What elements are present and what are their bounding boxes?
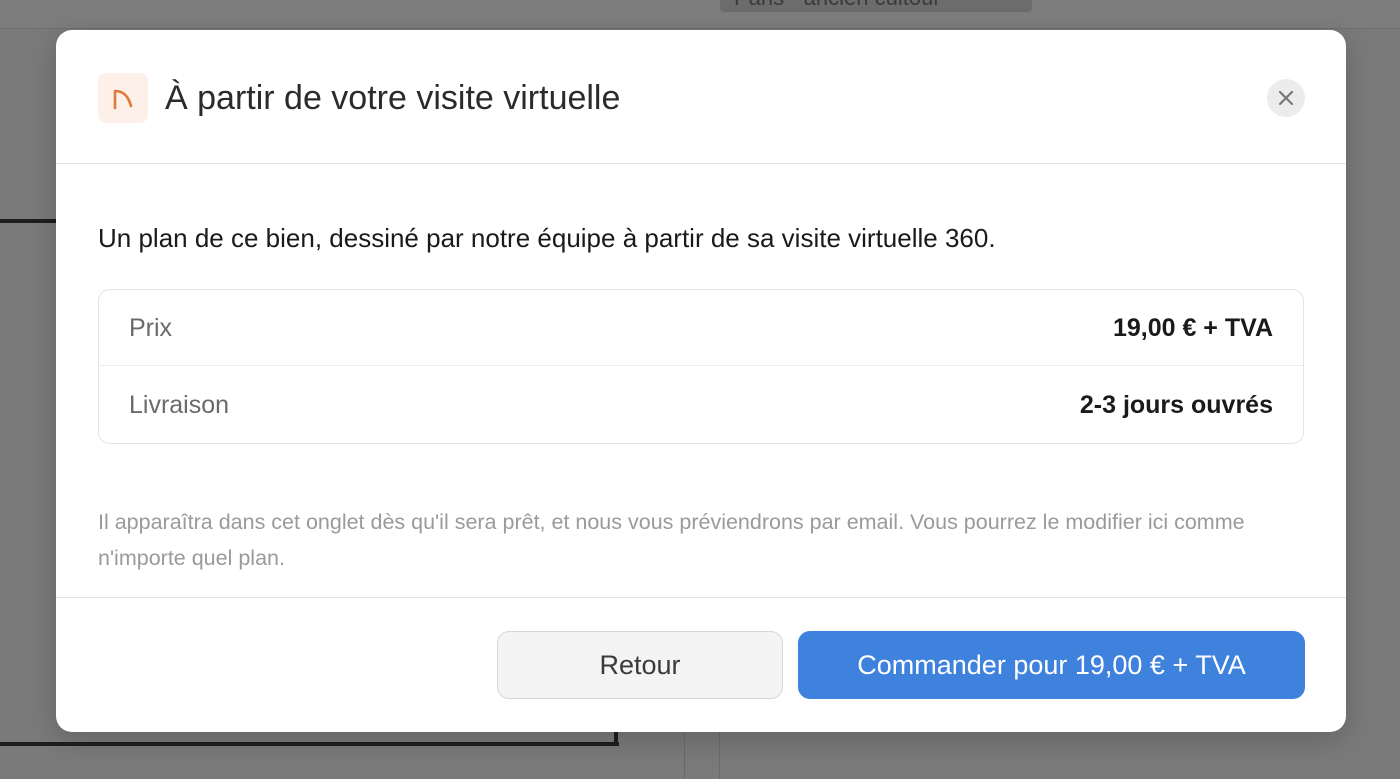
background-plan-wall <box>0 219 60 223</box>
background-top-bar: Paris - ancien cultour <box>0 0 1400 29</box>
order-plan-dialog: À partir de votre visite virtuelle Un pl… <box>56 30 1346 732</box>
close-button[interactable] <box>1267 79 1305 117</box>
background-plan-wall <box>0 742 619 746</box>
order-button[interactable]: Commander pour 19,00 € + TVA <box>798 631 1305 699</box>
floor-plan-arc-icon <box>98 73 148 123</box>
dialog-title: À partir de votre visite virtuelle <box>165 79 621 117</box>
order-details-table: Prix 19,00 € + TVA Livraison 2-3 jours o… <box>98 289 1304 444</box>
price-label: Prix <box>129 314 173 342</box>
delivery-value: 2-3 jours ouvrés <box>1079 391 1273 419</box>
dialog-body: Un plan de ce bien, dessiné par notre éq… <box>56 164 1346 598</box>
table-row-delivery: Livraison 2-3 jours ouvrés <box>99 367 1303 443</box>
dialog-description: Un plan de ce bien, dessiné par notre éq… <box>98 223 996 253</box>
background-chip: Paris - ancien cultour <box>720 0 1032 12</box>
dialog-footer: Retour Commander pour 19,00 € + TVA <box>56 598 1346 732</box>
close-icon <box>1278 90 1294 106</box>
dialog-note: Il apparaîtra dans cet onglet dès qu'il … <box>98 510 1245 570</box>
dialog-header: À partir de votre visite virtuelle <box>56 30 1346 164</box>
price-value: 19,00 € + TVA <box>1112 314 1273 342</box>
delivery-label: Livraison <box>129 391 230 419</box>
back-button[interactable]: Retour <box>497 631 783 699</box>
table-row-price: Prix 19,00 € + TVA <box>99 290 1303 366</box>
